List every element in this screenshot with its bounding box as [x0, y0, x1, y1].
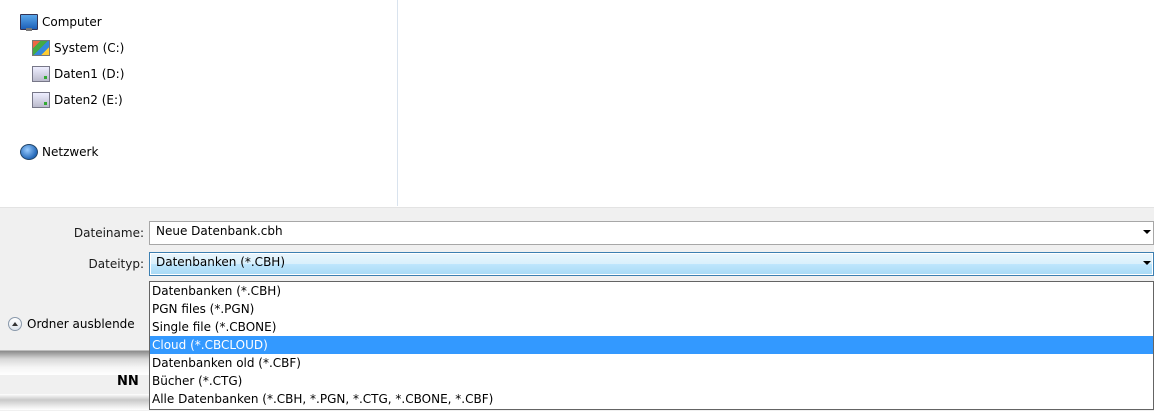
nav-item-computer[interactable]: Computer — [20, 12, 102, 32]
chevron-down-icon[interactable] — [1143, 261, 1151, 265]
nav-item-network[interactable]: Netzwerk — [20, 142, 98, 162]
nav-item-label: Netzwerk — [42, 145, 99, 159]
background-nn-text: NN — [117, 374, 139, 389]
nav-item-drive-e[interactable]: Daten2 (E:) — [32, 90, 123, 110]
network-icon — [20, 144, 38, 160]
hard-drive-icon — [32, 92, 50, 108]
filename-input[interactable]: Neue Datenbank.cbh — [149, 221, 1154, 245]
hide-folders-label: Ordner ausblende — [27, 317, 135, 331]
navigation-pane: Computer System (C:) Daten1 (D:) Daten2 … — [0, 0, 396, 206]
background-window-strip — [0, 394, 149, 410]
hide-folders-toggle[interactable]: Ordner ausblende — [8, 317, 135, 331]
nav-item-drive-d[interactable]: Daten1 (D:) — [32, 64, 124, 84]
system-drive-icon — [32, 40, 50, 56]
nav-item-label: System (C:) — [54, 41, 125, 55]
hard-drive-icon — [32, 66, 50, 82]
filetype-option[interactable]: Alle Datenbanken (*.CBH, *.PGN, *.CTG, *… — [150, 390, 1153, 408]
nav-item-label: Daten2 (E:) — [54, 93, 123, 107]
filetype-select[interactable]: Datenbanken (*.CBH) — [149, 252, 1154, 276]
filetype-option[interactable]: Datenbanken old (*.CBF) — [150, 354, 1153, 372]
chevron-up-icon[interactable] — [8, 317, 22, 331]
filetype-label: Dateityp: — [88, 257, 144, 271]
filetype-option[interactable]: Datenbanken (*.CBH) — [150, 282, 1153, 300]
nav-item-drive-c[interactable]: System (C:) — [32, 38, 124, 58]
filename-value: Neue Datenbank.cbh — [156, 224, 283, 238]
filetype-dropdown-list[interactable]: Datenbanken (*.CBH) PGN files (*.PGN) Si… — [149, 281, 1154, 410]
filetype-option[interactable]: Single file (*.CBONE) — [150, 318, 1153, 336]
filetype-value: Datenbanken (*.CBH) — [156, 255, 285, 269]
nav-item-label: Computer — [42, 15, 102, 29]
filename-label: Dateiname: — [73, 226, 144, 240]
filetype-option-selected[interactable]: Cloud (*.CBCLOUD) — [150, 336, 1153, 354]
file-list-pane[interactable] — [397, 0, 1154, 206]
background-window-strip — [0, 345, 149, 375]
chevron-down-icon[interactable] — [1143, 230, 1151, 234]
computer-icon — [20, 14, 38, 31]
filetype-option[interactable]: Bücher (*.CTG) — [150, 372, 1153, 390]
filetype-option[interactable]: PGN files (*.PGN) — [150, 300, 1153, 318]
nav-item-label: Daten1 (D:) — [54, 67, 125, 81]
